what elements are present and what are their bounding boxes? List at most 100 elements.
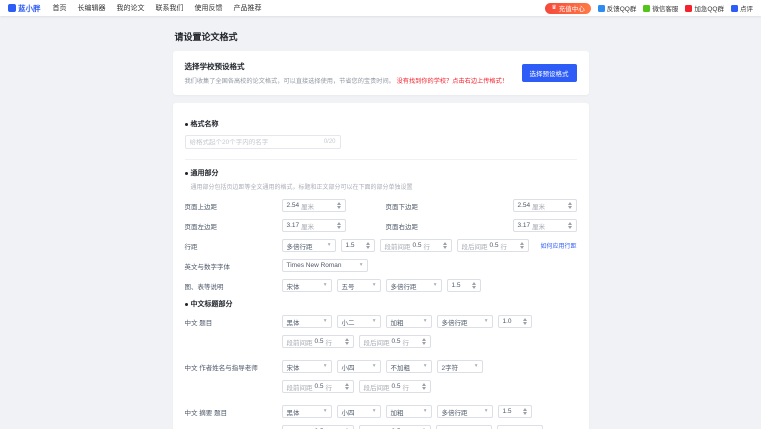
quick-link-review[interactable]: 点评	[731, 3, 753, 13]
quick-link-urgent-qq[interactable]: 加急QQ群	[685, 3, 724, 13]
format-name-input[interactable]	[190, 139, 321, 146]
cn-abstract-spacing-stepper[interactable]: 1.5	[498, 405, 532, 418]
stepper-arrows[interactable]	[334, 222, 341, 230]
cn-title-spacing-type-select[interactable]: 多倍行距 ▾	[437, 315, 493, 328]
increment-icon[interactable]	[366, 242, 370, 245]
increment-icon[interactable]	[443, 242, 447, 245]
quick-link-feedback-qq[interactable]: 反馈QQ群	[598, 3, 637, 13]
line-spacing-type-select[interactable]: 多倍行距 ▾	[282, 239, 336, 252]
decrement-icon[interactable]	[472, 286, 476, 289]
chevron-down-icon: ▾	[360, 263, 363, 269]
stepper-arrows[interactable]	[419, 383, 426, 391]
stepper-arrows[interactable]	[363, 242, 370, 250]
stepper-arrows[interactable]	[517, 242, 524, 250]
margin-bottom-stepper[interactable]: 2.54 厘米	[513, 199, 577, 212]
cn-title-size-select[interactable]: 小二 ▾	[337, 315, 381, 328]
recharge-button[interactable]: ♛ 充值中心	[545, 3, 590, 14]
decrement-icon[interactable]	[337, 206, 341, 209]
cn-abstract-space-before-stepper[interactable]: 段前间距 0.5 行	[282, 425, 354, 429]
format-name-field[interactable]: 0/20	[185, 135, 341, 149]
margin-right-stepper[interactable]: 3.17 厘米	[513, 219, 577, 232]
nav-item-feedback[interactable]: 使用反馈	[195, 3, 223, 13]
decrement-icon[interactable]	[345, 387, 349, 390]
caption-font-select[interactable]: 宋体 ▾	[282, 279, 332, 292]
app-logo[interactable]: 蓝小胖	[8, 3, 41, 14]
english-font-select[interactable]: Times New Roman ▾	[282, 259, 368, 272]
stepper-arrows[interactable]	[440, 242, 447, 250]
decrement-icon[interactable]	[568, 226, 572, 229]
increment-icon[interactable]	[337, 222, 341, 225]
cn-abstract-spacing-type-select[interactable]: 多倍行距 ▾	[437, 405, 493, 418]
cn-abstract-indent-select[interactable]: 2字符 ▾	[497, 425, 543, 429]
nav-item-contact[interactable]: 联系我们	[156, 3, 184, 13]
increment-icon[interactable]	[568, 222, 572, 225]
line-spacing-help-link[interactable]: 如何应用行距	[540, 241, 576, 250]
space-before-stepper[interactable]: 段前间距 0.5 行	[380, 239, 452, 252]
margin-left-stepper[interactable]: 3.17 厘米	[282, 219, 346, 232]
cn-author-size-select[interactable]: 小四 ▾	[337, 360, 381, 373]
nav-item-my-papers[interactable]: 我的论文	[117, 3, 145, 13]
cn-title-spacing-stepper[interactable]: 1.0	[498, 315, 532, 328]
cn-abstract-size-select[interactable]: 小四 ▾	[337, 405, 381, 418]
decrement-icon[interactable]	[523, 412, 527, 415]
cn-author-font-select[interactable]: 宋体 ▾	[282, 360, 332, 373]
decrement-icon[interactable]	[366, 246, 370, 249]
stepper-arrows[interactable]	[469, 282, 476, 290]
line-spacing-value-stepper[interactable]: 1.5	[341, 239, 375, 252]
cn-author-space-before-stepper[interactable]: 段前间距 0.5 行	[282, 380, 354, 393]
nav-item-editor[interactable]: 长编辑器	[78, 3, 106, 13]
increment-icon[interactable]	[523, 408, 527, 411]
cn-author-indent-select[interactable]: 2字符 ▾	[437, 360, 483, 373]
caption-spacing-stepper[interactable]: 1.5	[447, 279, 481, 292]
decrement-icon[interactable]	[422, 387, 426, 390]
caption-spacing-type-select[interactable]: 多倍行距 ▾	[386, 279, 442, 292]
stepper-arrows[interactable]	[565, 202, 572, 210]
cn-abstract-weight-select[interactable]: 加粗 ▾	[386, 405, 432, 418]
increment-icon[interactable]	[337, 202, 341, 205]
select-value: 多倍行距	[442, 407, 468, 417]
decrement-icon[interactable]	[568, 206, 572, 209]
space-after-stepper[interactable]: 段后间距 0.5 行	[457, 239, 529, 252]
bullet-icon	[185, 303, 188, 306]
upload-format-link[interactable]: 没有找到你的学校？点击右边上传格式！	[397, 78, 508, 85]
decrement-icon[interactable]	[523, 322, 527, 325]
cn-abstract-font-select[interactable]: 黑体 ▾	[282, 405, 332, 418]
cn-abstract-align-select[interactable]: 居中对齐 ▾	[436, 425, 492, 429]
nav-item-home[interactable]: 首页	[53, 3, 67, 13]
stepper-arrows[interactable]	[520, 318, 527, 326]
select-value: 黑体	[287, 407, 300, 417]
decrement-icon[interactable]	[520, 246, 524, 249]
quick-link-wechat[interactable]: 微信客服	[643, 3, 678, 13]
cn-title-weight-select[interactable]: 加粗 ▾	[386, 315, 432, 328]
decrement-icon[interactable]	[345, 342, 349, 345]
cn-author-weight-select[interactable]: 不加粗 ▾	[386, 360, 432, 373]
margin-top-stepper[interactable]: 2.54 厘米	[282, 199, 346, 212]
increment-icon[interactable]	[422, 338, 426, 341]
stepper-arrows[interactable]	[419, 338, 426, 346]
increment-icon[interactable]	[422, 383, 426, 386]
choose-preset-button[interactable]: 选择预设格式	[522, 64, 577, 82]
select-value: 多倍行距	[442, 317, 468, 327]
increment-icon[interactable]	[345, 338, 349, 341]
cn-title-space-before-stepper[interactable]: 段前间距 0.5 行	[282, 335, 354, 348]
increment-icon[interactable]	[568, 202, 572, 205]
increment-icon[interactable]	[523, 318, 527, 321]
nav-item-products[interactable]: 产品推荐	[234, 3, 262, 13]
row-cn-author-spacing: 段前间距 0.5 行 段后间距 0.5 行	[185, 380, 577, 393]
increment-icon[interactable]	[345, 383, 349, 386]
stepper-arrows[interactable]	[342, 338, 349, 346]
caption-size-select[interactable]: 五号 ▾	[337, 279, 381, 292]
stepper-arrows[interactable]	[520, 408, 527, 416]
stepper-arrows[interactable]	[334, 202, 341, 210]
decrement-icon[interactable]	[337, 226, 341, 229]
cn-author-space-after-stepper[interactable]: 段后间距 0.5 行	[359, 380, 431, 393]
cn-title-space-after-stepper[interactable]: 段后间距 0.5 行	[359, 335, 431, 348]
stepper-arrows[interactable]	[565, 222, 572, 230]
decrement-icon[interactable]	[422, 342, 426, 345]
increment-icon[interactable]	[520, 242, 524, 245]
cn-abstract-space-after-stepper[interactable]: 段后间距 0.5 行	[359, 425, 431, 429]
cn-title-font-select[interactable]: 黑体 ▾	[282, 315, 332, 328]
decrement-icon[interactable]	[443, 246, 447, 249]
increment-icon[interactable]	[472, 282, 476, 285]
stepper-arrows[interactable]	[342, 383, 349, 391]
